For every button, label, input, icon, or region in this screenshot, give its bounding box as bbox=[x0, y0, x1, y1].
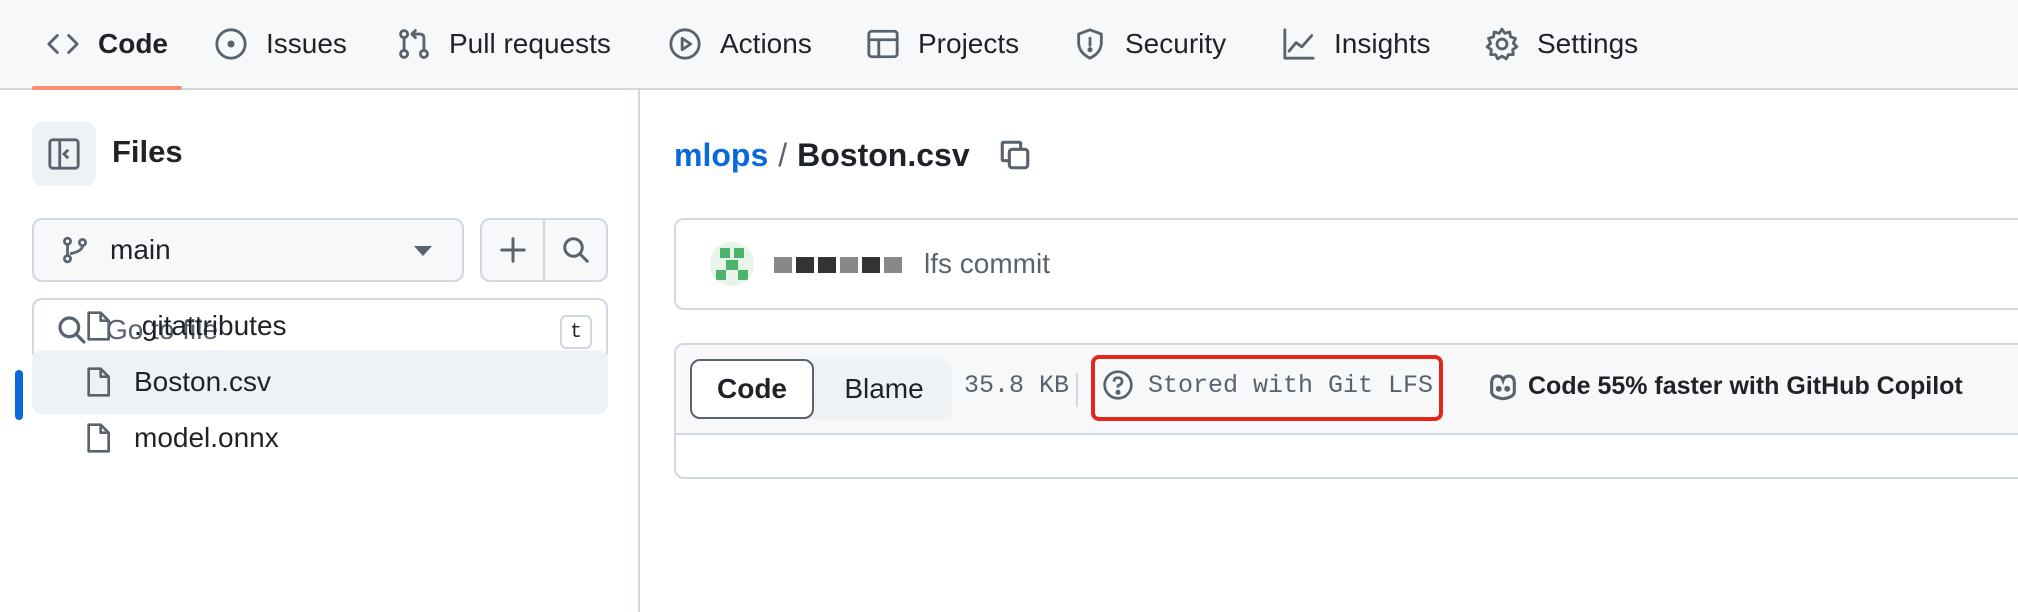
branch-icon bbox=[63, 236, 87, 264]
tab-label: Projects bbox=[918, 28, 1020, 59]
repo-nav: Code Issues Pull requests Actions Projec… bbox=[0, 0, 2018, 90]
tab-code[interactable]: Code bbox=[46, 0, 168, 88]
code-icon bbox=[47, 34, 79, 54]
selected-item-indicator bbox=[15, 370, 23, 420]
tab-security[interactable]: Security bbox=[1073, 0, 1226, 88]
tab-actions[interactable]: Actions bbox=[668, 0, 812, 88]
play-circle-icon bbox=[669, 28, 701, 60]
file-viewer-header: Code Blame 35.8 KB Stored with Git LFS C… bbox=[676, 345, 2018, 435]
tab-projects[interactable]: Projects bbox=[866, 0, 1019, 88]
add-file-button[interactable] bbox=[482, 220, 543, 280]
table-icon bbox=[867, 29, 899, 59]
file-icon bbox=[87, 423, 110, 453]
blame-view-button[interactable]: Blame bbox=[816, 359, 952, 419]
tab-insights[interactable]: Insights bbox=[1282, 0, 1431, 88]
tab-label: Security bbox=[1125, 28, 1227, 59]
file-tree-sidebar: Files main t .gitattributes Boston.csv m… bbox=[0, 90, 640, 612]
git-lfs-label: Stored with Git LFS bbox=[1148, 370, 1434, 400]
copilot-promo-link[interactable]: Code 55% faster with GitHub Copilot bbox=[1486, 369, 1963, 403]
breadcrumb: mlops / Boston.csv bbox=[674, 130, 1032, 180]
tab-issues[interactable]: Issues bbox=[214, 0, 347, 88]
tab-label: Issues bbox=[266, 28, 347, 59]
search-code-button[interactable] bbox=[543, 220, 606, 280]
question-circle-icon bbox=[1103, 370, 1133, 400]
file-name: model.onnx bbox=[134, 422, 279, 453]
copilot-icon bbox=[1490, 374, 1516, 401]
file-size: 35.8 KB bbox=[964, 371, 1070, 400]
issue-circle-icon bbox=[215, 28, 247, 60]
gear-icon bbox=[1485, 27, 1519, 61]
shield-icon bbox=[1077, 28, 1103, 60]
tab-label: Code bbox=[98, 28, 168, 59]
chevron-down-icon bbox=[414, 246, 432, 256]
file-name: Boston.csv bbox=[134, 366, 271, 397]
file-viewer: Code Blame 35.8 KB Stored with Git LFS C… bbox=[674, 343, 2018, 479]
tab-label: Insights bbox=[1334, 28, 1431, 59]
tab-label: Actions bbox=[720, 28, 812, 59]
divider bbox=[1076, 373, 1078, 407]
tab-label: Settings bbox=[1537, 28, 1639, 59]
file-tree-item-gitattributes[interactable]: .gitattributes bbox=[32, 294, 608, 358]
copilot-promo-label: Code 55% faster with GitHub Copilot bbox=[1528, 371, 1963, 400]
commit-message[interactable]: lfs commit bbox=[924, 248, 1050, 280]
view-mode-toggle: Code Blame bbox=[690, 359, 952, 419]
git-lfs-badge[interactable]: Stored with Git LFS bbox=[1102, 369, 1433, 401]
file-icon bbox=[87, 367, 110, 397]
graph-icon bbox=[1283, 28, 1315, 60]
commit-author-redacted[interactable] bbox=[772, 249, 904, 280]
code-view-button[interactable]: Code bbox=[690, 359, 814, 419]
breadcrumb-repo-link[interactable]: mlops bbox=[674, 137, 768, 174]
sidebar-collapse-icon bbox=[48, 138, 80, 170]
branch-name: main bbox=[110, 234, 171, 265]
breadcrumb-file-name: Boston.csv bbox=[797, 136, 970, 173]
search-icon bbox=[562, 237, 589, 263]
file-name: .gitattributes bbox=[134, 310, 287, 341]
collapse-sidebar-button[interactable] bbox=[32, 122, 96, 186]
branch-selector[interactable]: main bbox=[32, 218, 464, 282]
file-actions-group bbox=[480, 218, 608, 282]
sidebar-title: Files bbox=[112, 134, 183, 169]
file-tree-item-model-onnx[interactable]: model.onnx bbox=[32, 406, 608, 470]
tab-pull-requests[interactable]: Pull requests bbox=[397, 0, 611, 88]
copy-icon[interactable] bbox=[998, 138, 1032, 172]
latest-commit-box: lfs commit bbox=[674, 218, 2018, 310]
breadcrumb-separator: / bbox=[778, 136, 788, 173]
file-tree-item-boston-csv[interactable]: Boston.csv bbox=[32, 350, 608, 414]
tab-settings[interactable]: Settings bbox=[1485, 0, 1638, 88]
avatar[interactable] bbox=[710, 242, 754, 286]
pull-request-icon bbox=[399, 29, 429, 59]
plus-icon bbox=[499, 237, 526, 263]
tab-label: Pull requests bbox=[449, 28, 611, 59]
file-icon bbox=[87, 311, 110, 341]
